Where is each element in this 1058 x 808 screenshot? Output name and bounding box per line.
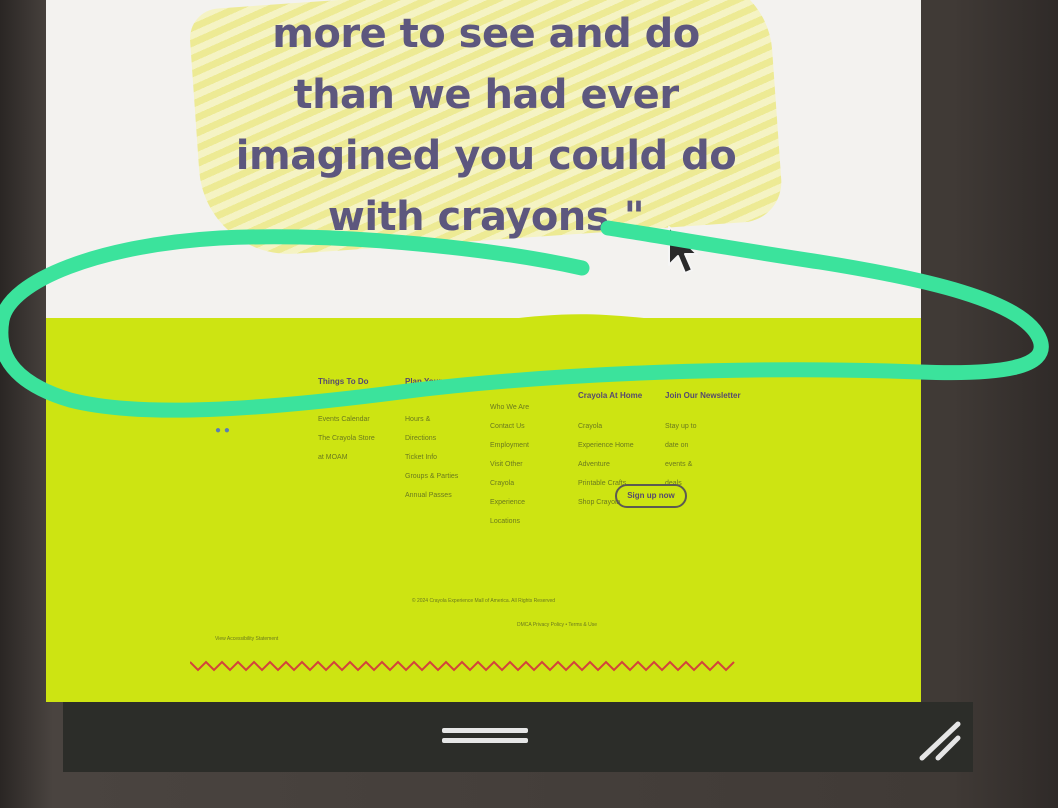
window-handle-icon[interactable]: [442, 726, 528, 746]
resize-grip-icon[interactable]: [918, 720, 964, 762]
marker-annotation: [0, 220, 1049, 418]
